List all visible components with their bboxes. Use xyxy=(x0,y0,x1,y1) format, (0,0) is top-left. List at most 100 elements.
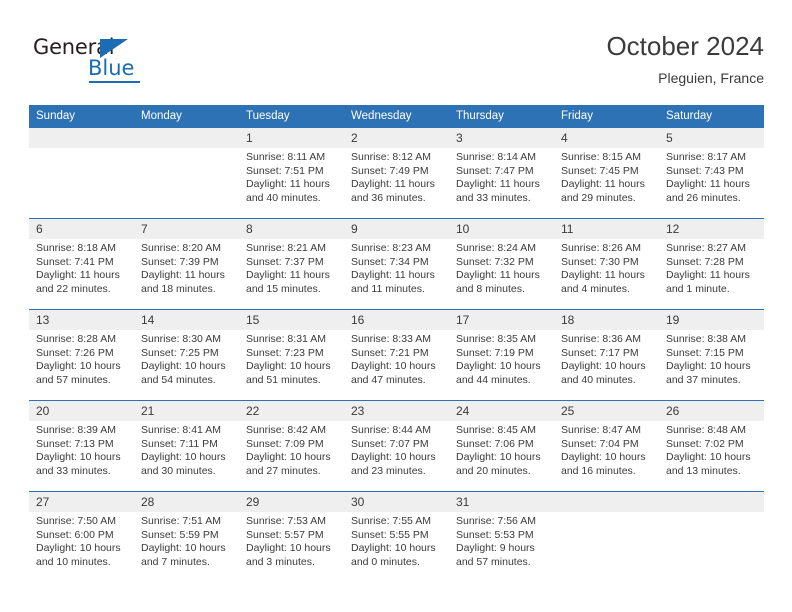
calendar-week-row: 1 Sunrise: 8:11 AM Sunset: 7:51 PM Dayli… xyxy=(29,127,764,219)
day-number: 29 xyxy=(239,492,344,512)
day-number: 7 xyxy=(134,219,239,239)
sunset-text: Sunset: 7:49 PM xyxy=(351,164,429,177)
day-cell[interactable] xyxy=(659,491,764,582)
sunrise-text: Sunrise: 8:33 AM xyxy=(351,333,431,345)
day-cell[interactable] xyxy=(134,127,239,219)
day-number: 4 xyxy=(554,128,659,148)
weekday-header-saturday: Saturday xyxy=(659,105,764,128)
logo-text-blue: Blue xyxy=(88,56,135,80)
day-details: Sunrise: 8:38 AM Sunset: 7:15 PM Dayligh… xyxy=(659,330,764,387)
sunrise-text: Sunrise: 8:12 AM xyxy=(351,151,431,163)
location-subtitle: Pleguien, France xyxy=(658,70,764,86)
daylight-text-1: Daylight: 10 hours xyxy=(351,542,436,555)
day-cell[interactable]: 19 Sunrise: 8:38 AM Sunset: 7:15 PM Dayl… xyxy=(659,309,764,401)
day-cell[interactable]: 9 Sunrise: 8:23 AM Sunset: 7:34 PM Dayli… xyxy=(344,218,449,310)
day-cell[interactable]: 24 Sunrise: 8:45 AM Sunset: 7:06 PM Dayl… xyxy=(449,400,554,492)
day-number: 2 xyxy=(344,128,449,148)
sunset-text: Sunset: 7:47 PM xyxy=(456,164,534,177)
daylight-text-2: and 51 minutes. xyxy=(246,373,321,386)
day-cell[interactable]: 30 Sunrise: 7:55 AM Sunset: 5:55 PM Dayl… xyxy=(344,491,449,582)
sunset-text: Sunset: 7:21 PM xyxy=(351,346,429,359)
day-cell[interactable]: 2 Sunrise: 8:12 AM Sunset: 7:49 PM Dayli… xyxy=(344,127,449,219)
day-cell[interactable]: 3 Sunrise: 8:14 AM Sunset: 7:47 PM Dayli… xyxy=(449,127,554,219)
day-cell[interactable] xyxy=(554,491,659,582)
calendar-week-row: 20 Sunrise: 8:39 AM Sunset: 7:13 PM Dayl… xyxy=(29,400,764,492)
sunrise-text: Sunrise: 8:42 AM xyxy=(246,424,326,436)
day-details xyxy=(659,512,764,515)
daylight-text-2: and 26 minutes. xyxy=(666,191,741,204)
day-cell[interactable]: 8 Sunrise: 8:21 AM Sunset: 7:37 PM Dayli… xyxy=(239,218,344,310)
daylight-text-2: and 33 minutes. xyxy=(36,464,111,477)
day-cell[interactable]: 11 Sunrise: 8:26 AM Sunset: 7:30 PM Dayl… xyxy=(554,218,659,310)
day-details: Sunrise: 8:42 AM Sunset: 7:09 PM Dayligh… xyxy=(239,421,344,478)
daylight-text-1: Daylight: 11 hours xyxy=(36,269,120,282)
sunrise-sunset-calendar: Sunday Monday Tuesday Wednesday Thursday… xyxy=(29,105,764,582)
weekday-header-monday: Monday xyxy=(134,105,239,128)
day-details: Sunrise: 7:55 AM Sunset: 5:55 PM Dayligh… xyxy=(344,512,449,569)
day-details: Sunrise: 7:51 AM Sunset: 5:59 PM Dayligh… xyxy=(134,512,239,569)
day-cell[interactable]: 16 Sunrise: 8:33 AM Sunset: 7:21 PM Dayl… xyxy=(344,309,449,401)
daylight-text-1: Daylight: 10 hours xyxy=(456,360,541,373)
day-cell[interactable]: 25 Sunrise: 8:47 AM Sunset: 7:04 PM Dayl… xyxy=(554,400,659,492)
day-cell[interactable]: 7 Sunrise: 8:20 AM Sunset: 7:39 PM Dayli… xyxy=(134,218,239,310)
day-number: 19 xyxy=(659,310,764,330)
daylight-text-1: Daylight: 10 hours xyxy=(36,542,121,555)
daylight-text-1: Daylight: 10 hours xyxy=(246,451,331,464)
daylight-text-1: Daylight: 11 hours xyxy=(666,178,750,191)
day-cell[interactable]: 26 Sunrise: 8:48 AM Sunset: 7:02 PM Dayl… xyxy=(659,400,764,492)
sunset-text: Sunset: 6:00 PM xyxy=(36,528,114,541)
day-cell[interactable]: 27 Sunrise: 7:50 AM Sunset: 6:00 PM Dayl… xyxy=(29,491,134,582)
sunset-text: Sunset: 7:17 PM xyxy=(561,346,639,359)
daylight-text-2: and 37 minutes. xyxy=(666,373,741,386)
day-cell[interactable]: 6 Sunrise: 8:18 AM Sunset: 7:41 PM Dayli… xyxy=(29,218,134,310)
sunrise-text: Sunrise: 8:41 AM xyxy=(141,424,221,436)
day-cell[interactable]: 17 Sunrise: 8:35 AM Sunset: 7:19 PM Dayl… xyxy=(449,309,554,401)
day-cell[interactable]: 12 Sunrise: 8:27 AM Sunset: 7:28 PM Dayl… xyxy=(659,218,764,310)
sunrise-text: Sunrise: 8:30 AM xyxy=(141,333,221,345)
sunrise-text: Sunrise: 8:20 AM xyxy=(141,242,221,254)
sunset-text: Sunset: 5:53 PM xyxy=(456,528,534,541)
day-cell[interactable]: 31 Sunrise: 7:56 AM Sunset: 5:53 PM Dayl… xyxy=(449,491,554,582)
day-number: 22 xyxy=(239,401,344,421)
day-cell[interactable]: 20 Sunrise: 8:39 AM Sunset: 7:13 PM Dayl… xyxy=(29,400,134,492)
day-details: Sunrise: 8:17 AM Sunset: 7:43 PM Dayligh… xyxy=(659,148,764,205)
day-number: 9 xyxy=(344,219,449,239)
day-cell[interactable]: 4 Sunrise: 8:15 AM Sunset: 7:45 PM Dayli… xyxy=(554,127,659,219)
daylight-text-2: and 36 minutes. xyxy=(351,191,426,204)
day-cell[interactable]: 14 Sunrise: 8:30 AM Sunset: 7:25 PM Dayl… xyxy=(134,309,239,401)
weekday-header-tuesday: Tuesday xyxy=(239,105,344,128)
day-number: 18 xyxy=(554,310,659,330)
sunset-text: Sunset: 7:26 PM xyxy=(36,346,114,359)
day-cell[interactable]: 5 Sunrise: 8:17 AM Sunset: 7:43 PM Dayli… xyxy=(659,127,764,219)
day-cell[interactable]: 15 Sunrise: 8:31 AM Sunset: 7:23 PM Dayl… xyxy=(239,309,344,401)
day-cell[interactable]: 28 Sunrise: 7:51 AM Sunset: 5:59 PM Dayl… xyxy=(134,491,239,582)
day-details: Sunrise: 8:15 AM Sunset: 7:45 PM Dayligh… xyxy=(554,148,659,205)
daylight-text-2: and 11 minutes. xyxy=(351,282,425,295)
day-details: Sunrise: 8:28 AM Sunset: 7:26 PM Dayligh… xyxy=(29,330,134,387)
general-blue-logo: General Blue xyxy=(33,36,163,86)
day-cell[interactable] xyxy=(29,127,134,219)
day-cell[interactable]: 23 Sunrise: 8:44 AM Sunset: 7:07 PM Dayl… xyxy=(344,400,449,492)
daylight-text-2: and 0 minutes. xyxy=(351,555,420,568)
calendar-week-row: 13 Sunrise: 8:28 AM Sunset: 7:26 PM Dayl… xyxy=(29,309,764,401)
daylight-text-2: and 44 minutes. xyxy=(456,373,531,386)
sunset-text: Sunset: 7:34 PM xyxy=(351,255,429,268)
daylight-text-2: and 40 minutes. xyxy=(246,191,321,204)
day-details: Sunrise: 8:26 AM Sunset: 7:30 PM Dayligh… xyxy=(554,239,659,296)
day-details: Sunrise: 8:45 AM Sunset: 7:06 PM Dayligh… xyxy=(449,421,554,478)
sunrise-text: Sunrise: 8:47 AM xyxy=(561,424,641,436)
day-cell[interactable]: 21 Sunrise: 8:41 AM Sunset: 7:11 PM Dayl… xyxy=(134,400,239,492)
calendar-header-row: Sunday Monday Tuesday Wednesday Thursday… xyxy=(29,105,764,128)
day-cell[interactable]: 18 Sunrise: 8:36 AM Sunset: 7:17 PM Dayl… xyxy=(554,309,659,401)
day-cell[interactable]: 13 Sunrise: 8:28 AM Sunset: 7:26 PM Dayl… xyxy=(29,309,134,401)
sunrise-text: Sunrise: 8:45 AM xyxy=(456,424,536,436)
day-cell[interactable]: 1 Sunrise: 8:11 AM Sunset: 7:51 PM Dayli… xyxy=(239,127,344,219)
day-cell[interactable]: 10 Sunrise: 8:24 AM Sunset: 7:32 PM Dayl… xyxy=(449,218,554,310)
daylight-text-1: Daylight: 10 hours xyxy=(36,360,121,373)
day-cell[interactable]: 22 Sunrise: 8:42 AM Sunset: 7:09 PM Dayl… xyxy=(239,400,344,492)
sunrise-text: Sunrise: 8:11 AM xyxy=(246,151,326,163)
day-details: Sunrise: 8:31 AM Sunset: 7:23 PM Dayligh… xyxy=(239,330,344,387)
day-details: Sunrise: 8:24 AM Sunset: 7:32 PM Dayligh… xyxy=(449,239,554,296)
day-cell[interactable]: 29 Sunrise: 7:53 AM Sunset: 5:57 PM Dayl… xyxy=(239,491,344,582)
weekday-header-thursday: Thursday xyxy=(449,105,554,128)
